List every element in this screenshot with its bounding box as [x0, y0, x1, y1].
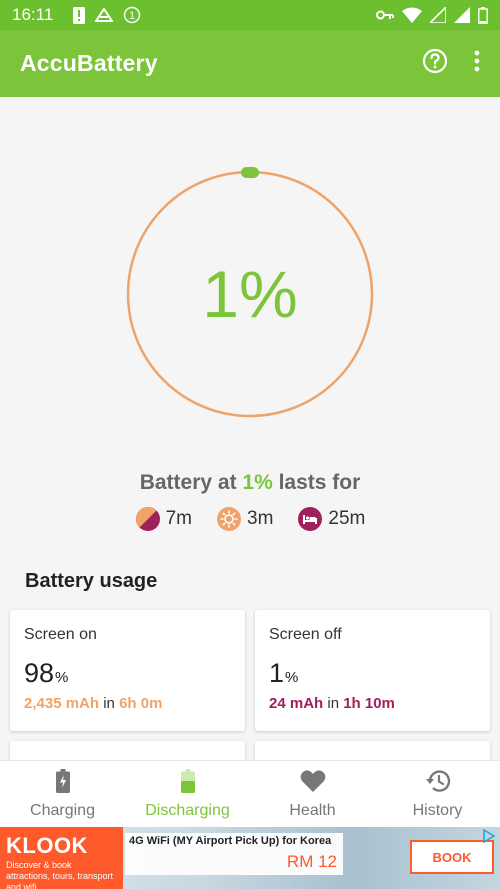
screen-off-card[interactable]: Screen off 1% 24 mAh in 1h 10m — [255, 610, 490, 731]
screen-off-mah: 24 mAh — [269, 695, 324, 712]
ad-choices-icon[interactable] — [482, 828, 496, 848]
ad-offer-price: RM 12 — [286, 852, 337, 871]
signal-icon — [454, 7, 470, 23]
lasts-for-text: Battery at 1% lasts for — [0, 471, 500, 495]
help-icon[interactable] — [422, 48, 448, 79]
mixed-usage-icon — [135, 506, 161, 532]
discharging-panel[interactable]: 1% Battery at 1% lasts for 7m 3m 25m Bat… — [0, 97, 500, 760]
screen-off-detail: 24 mAh in 1h 10m — [269, 695, 476, 712]
battery-charging-icon — [55, 768, 70, 798]
ad-offer[interactable]: 4G WiFi (MY Airport Pick Up) for Korea R… — [125, 833, 343, 875]
notification-count: 1 — [129, 10, 135, 22]
partial-card-left[interactable] — [10, 741, 245, 760]
nav-charging[interactable]: Charging — [0, 761, 125, 827]
estimate-sleep: 25m — [297, 506, 365, 532]
ad-brand-block[interactable]: KLOOK Discover & book attractions, tours… — [0, 827, 123, 889]
ad-offer-title: 4G WiFi (MY Airport Pick Up) for Korea — [129, 835, 332, 847]
wifi-icon — [402, 7, 422, 23]
nav-discharging-label: Discharging — [145, 801, 230, 819]
lasts-for-percent: 1% — [242, 471, 273, 494]
time-estimates: 7m 3m 25m — [0, 506, 500, 532]
status-bar: 16:11 1 — [0, 0, 500, 30]
battery-discharging-icon — [180, 768, 195, 798]
estimate-mixed: 7m — [135, 506, 192, 532]
screen-on-card[interactable]: Screen on 98% 2,435 mAh in 6h 0m — [10, 610, 245, 731]
more-options-icon[interactable] — [474, 50, 480, 77]
screen-off-in: in — [323, 695, 344, 712]
screen-off-unit: % — [285, 669, 299, 686]
screen-off-label: Screen off — [269, 626, 342, 643]
heart-icon — [300, 769, 326, 798]
nav-health-label: Health — [289, 801, 336, 819]
ad-tagline: Discover & book attractions, tours, tran… — [6, 860, 114, 889]
app-title: AccuBattery — [20, 50, 158, 76]
nav-history[interactable]: History — [375, 761, 500, 827]
screen-on-duration: 6h 0m — [119, 695, 163, 712]
screen-on-label: Screen on — [24, 626, 97, 643]
alert-notification-icon — [73, 6, 86, 24]
screen-off-duration: 1h 10m — [343, 695, 395, 712]
app-notification-icon — [95, 8, 114, 22]
screen-on-detail: 2,435 mAh in 6h 0m — [24, 695, 231, 712]
notification-count-icon: 1 — [123, 6, 141, 24]
nav-health[interactable]: Health — [250, 761, 375, 827]
ad-brand: KLOOK — [6, 833, 88, 858]
status-time: 16:11 — [12, 5, 54, 24]
estimate-mixed-value: 7m — [165, 508, 193, 529]
vpn-key-icon — [376, 9, 394, 21]
lasts-for-suffix: lasts for — [272, 471, 361, 494]
nav-discharging[interactable]: Discharging — [125, 761, 250, 827]
battery-status-icon — [478, 6, 488, 24]
nav-history-label: History — [412, 801, 463, 819]
nav-charging-label: Charging — [30, 801, 95, 819]
battery-usage-title: Battery usage — [25, 570, 158, 592]
screen-on-unit: % — [55, 669, 69, 686]
screen-on-value: 98% — [24, 658, 231, 689]
signal-empty-icon — [430, 7, 446, 23]
app-bar: AccuBattery — [0, 30, 500, 97]
bottom-navigation: Charging Discharging Health History — [0, 760, 500, 827]
sleep-bed-icon — [297, 506, 323, 532]
screen-on-mah: 2,435 mAh — [24, 695, 100, 712]
estimate-screen-on-value: 3m — [247, 508, 274, 529]
lasts-for-prefix: Battery at — [139, 471, 243, 494]
ad-banner[interactable]: KLOOK Discover & book attractions, tours… — [0, 827, 500, 889]
estimate-sleep-value: 25m — [328, 508, 366, 529]
screen-on-in: in — [99, 695, 120, 712]
estimate-screen-on: 3m — [216, 506, 273, 532]
screen-off-value: 1% — [269, 658, 476, 689]
screen-on-sun-icon — [216, 506, 242, 532]
screen-on-percent: 98 — [24, 658, 55, 688]
partial-card-right[interactable] — [255, 741, 490, 760]
battery-percent: 1% — [202, 257, 298, 331]
history-icon — [425, 769, 451, 798]
screen-off-percent: 1 — [269, 658, 285, 688]
